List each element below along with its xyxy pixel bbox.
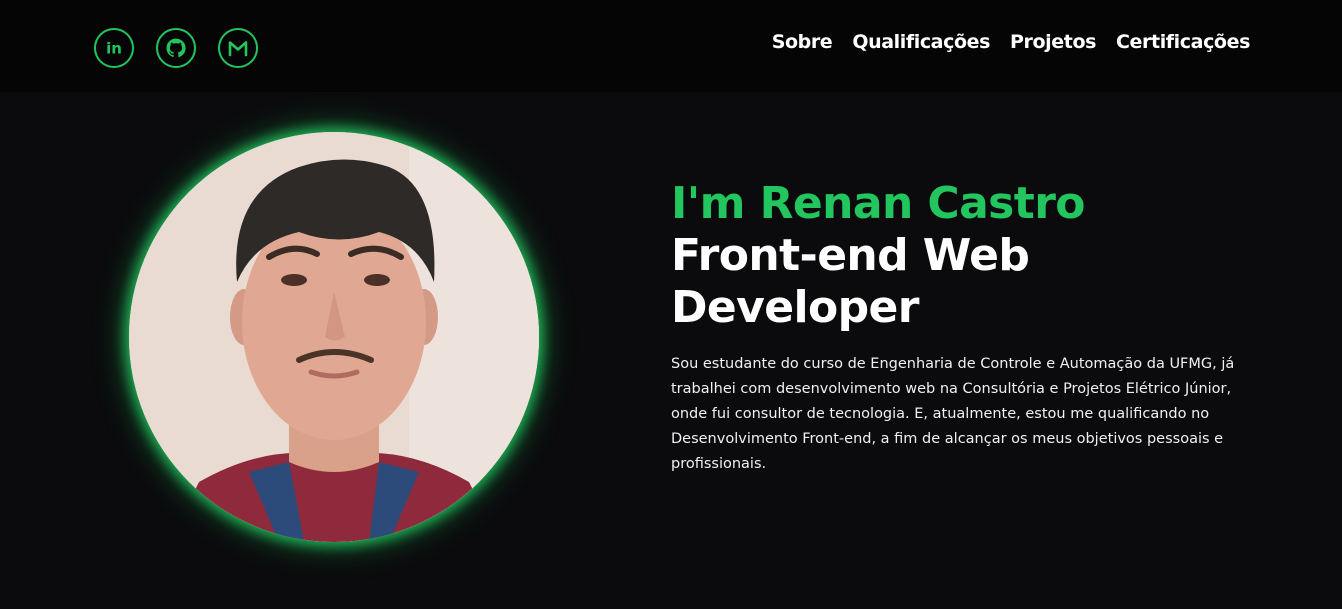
- profile-photo-illustration: [129, 132, 539, 542]
- github-icon: [166, 38, 186, 58]
- hero-role: Front-end Web Developer: [671, 230, 1030, 333]
- hero-greeting: I'm Renan Castro: [671, 178, 1086, 229]
- hero-bio: Sou estudante do curso de Engenharia de …: [671, 356, 1235, 472]
- gmail-icon: [228, 41, 248, 57]
- top-navigation-bar: in Sobre Qualificações Projetos Certific…: [0, 0, 1342, 92]
- nav-link-qualificacoes[interactable]: Qualificações: [852, 31, 990, 53]
- social-links: in: [94, 28, 258, 68]
- hero-section: I'm Renan Castro Front-end Web Developer…: [671, 178, 1261, 477]
- profile-photo: [129, 132, 539, 542]
- github-link[interactable]: [156, 28, 196, 68]
- email-link[interactable]: [218, 28, 258, 68]
- main-nav: Sobre Qualificações Projetos Certificaçõ…: [772, 31, 1251, 53]
- linkedin-link[interactable]: in: [94, 28, 134, 68]
- svg-text:in: in: [106, 40, 122, 58]
- linkedin-icon: in: [106, 40, 122, 58]
- nav-link-sobre[interactable]: Sobre: [772, 31, 833, 53]
- nav-link-certificacoes[interactable]: Certificações: [1116, 31, 1250, 53]
- nav-link-projetos[interactable]: Projetos: [1010, 31, 1096, 53]
